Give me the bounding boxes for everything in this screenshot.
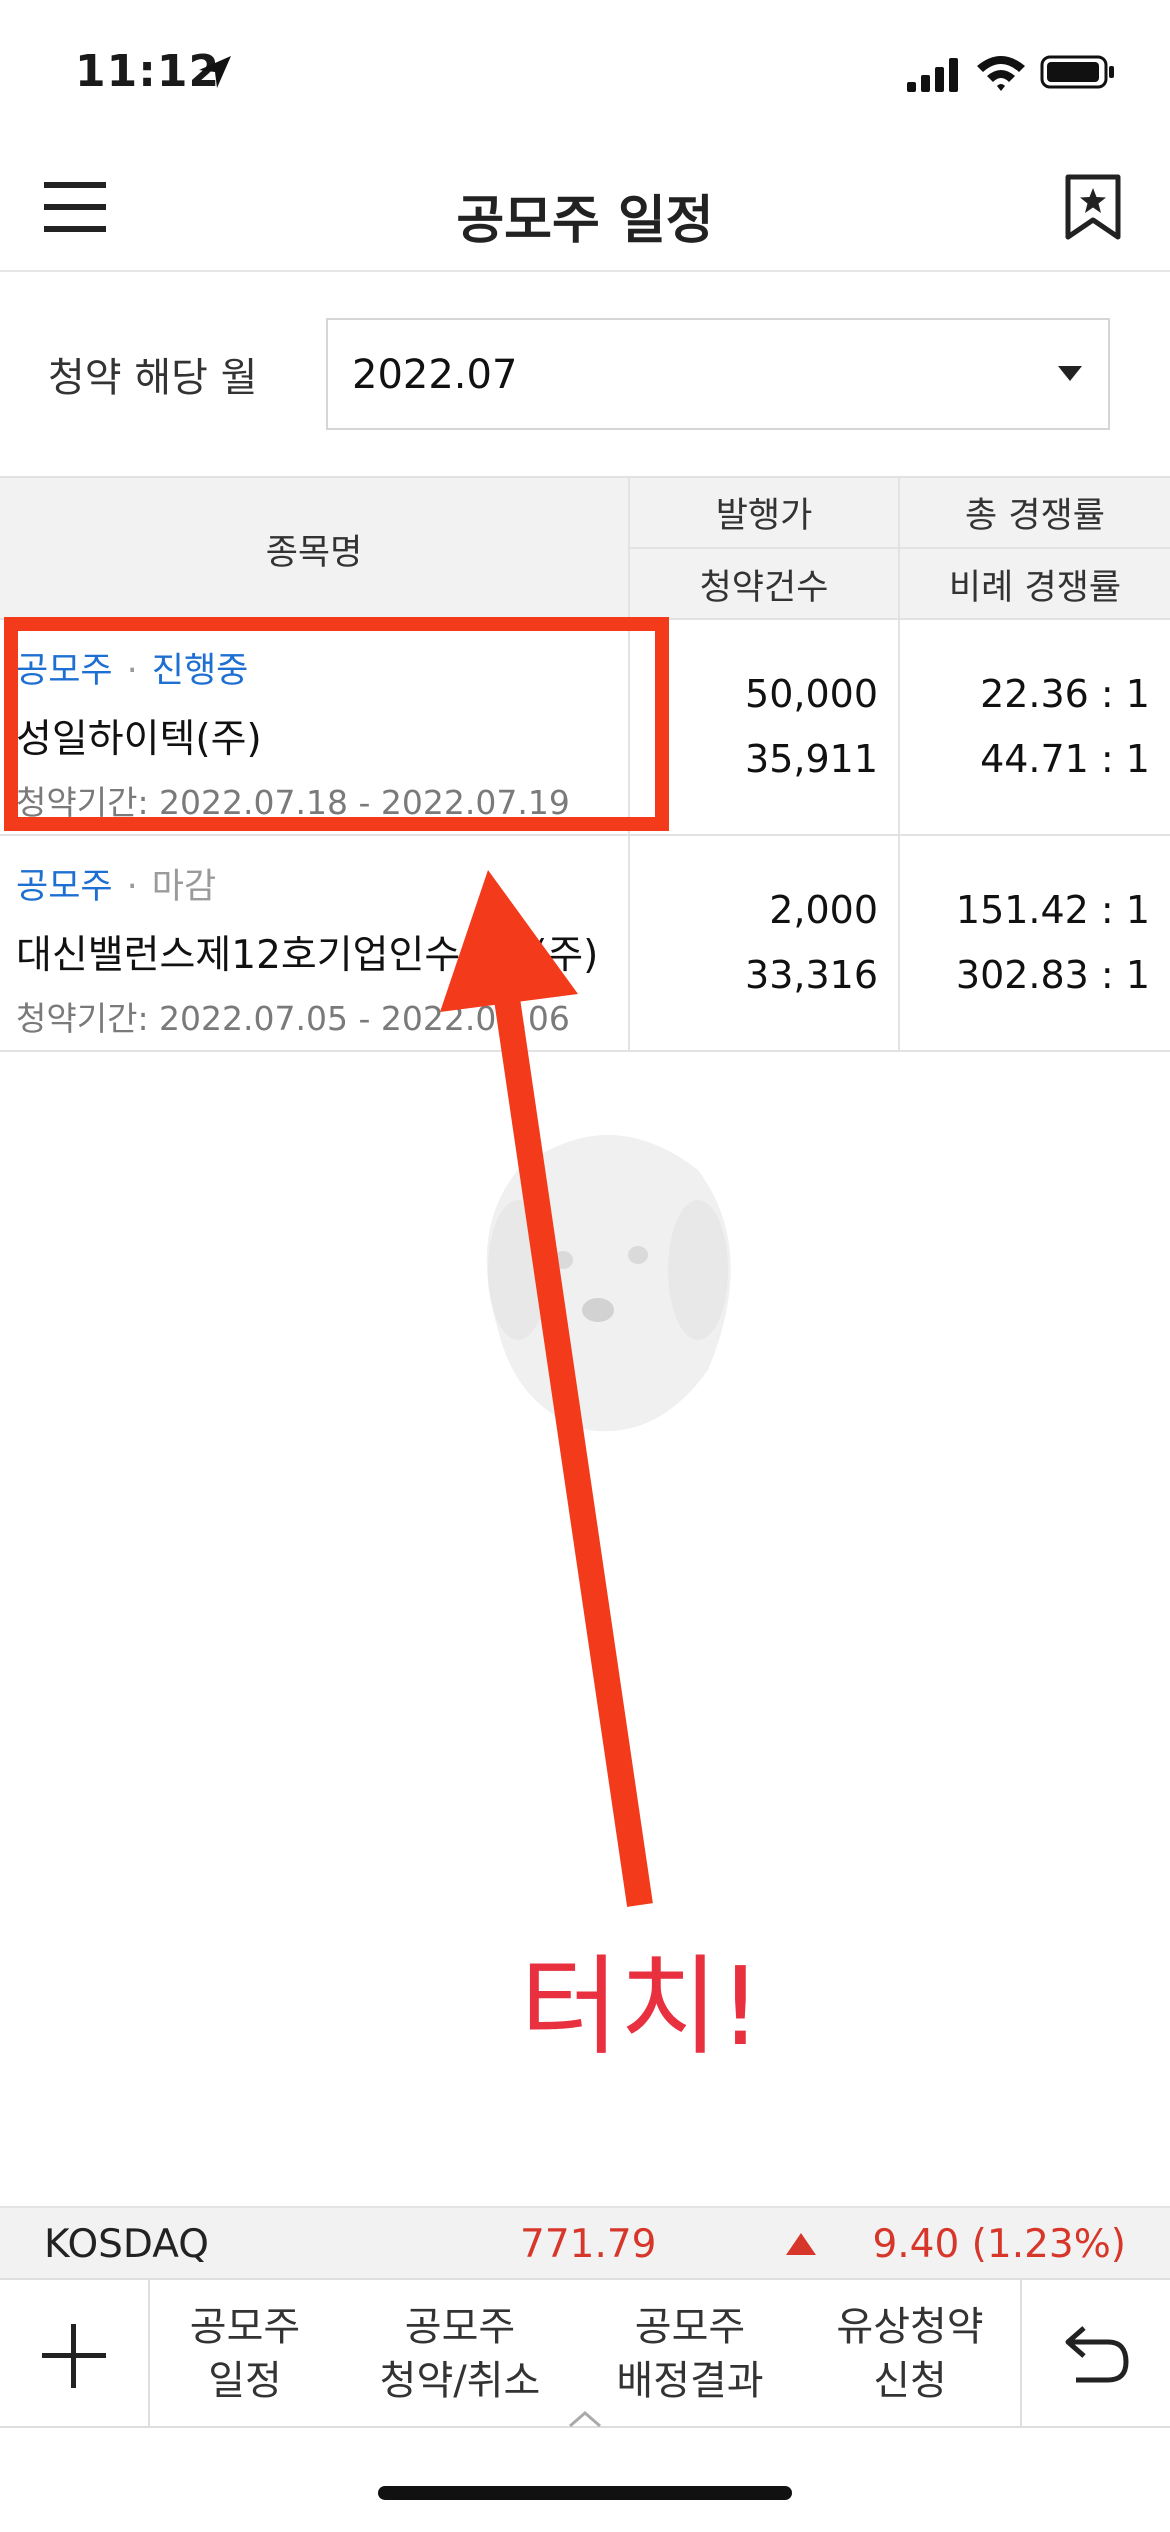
battery-icon xyxy=(1040,55,1114,89)
status-bar: 11:12 xyxy=(0,0,1170,140)
month-dropdown[interactable]: 2022.07 xyxy=(326,318,1110,430)
app-header: 공모주 일정 xyxy=(0,140,1170,272)
menu-rights-offering[interactable]: 유상청약신청 xyxy=(800,2280,1020,2428)
bottom-quick-menu: 공모주일정 공모주청약/취소 공모주배정결과 유상청약신청 xyxy=(0,2278,1170,2428)
column-header-price: 발행가 xyxy=(630,478,898,549)
row-price: 2,000 xyxy=(769,888,878,932)
menu-item-line1: 공모주 xyxy=(634,2304,746,2350)
month-filter-label: 청약 해당 월 xyxy=(48,355,258,401)
menu-item-line2: 신청 xyxy=(873,2358,947,2404)
plus-icon xyxy=(42,2324,106,2388)
dropdown-caret-icon xyxy=(1058,366,1082,381)
column-header-total-rate: 총 경쟁률 xyxy=(900,478,1170,549)
highlight-box xyxy=(4,617,669,831)
row-tag-separator: · xyxy=(126,867,138,907)
touch-annotation-label: 터치! xyxy=(520,1945,763,2070)
up-triangle-icon xyxy=(786,2233,816,2255)
menu-item-line2: 일정 xyxy=(208,2358,282,2404)
table-row[interactable]: 공모주 · 마감 대신밸런스제12호기업인수목적(주) 청약기간: 2022.07.… xyxy=(0,836,1170,1052)
row-applications: 33,316 xyxy=(745,953,878,997)
market-ticker[interactable]: KOSDAQ 771.79 9.40 (1.23%) xyxy=(0,2206,1170,2278)
menu-item-line2: 청약/취소 xyxy=(379,2358,541,2404)
wifi-icon xyxy=(977,56,1025,91)
column-header-applications: 청약건수 xyxy=(699,568,829,608)
menu-item-line2: 배정결과 xyxy=(616,2358,764,2404)
signal-icon xyxy=(907,58,958,92)
column-header-name: 종목명 xyxy=(0,478,630,620)
ticker-index-name: KOSDAQ xyxy=(44,2222,209,2267)
menu-ipo-schedule[interactable]: 공모주일정 xyxy=(150,2280,340,2428)
menu-item-line1: 공모주 xyxy=(189,2304,301,2350)
row-tags: 공모주 · 마감 xyxy=(16,858,216,909)
table-header: 종목명 발행가 청약건수 총 경쟁률 비례 경쟁률 xyxy=(0,476,1170,620)
menu-item-line1: 공모주 xyxy=(404,2304,516,2350)
row-rate-cell: 22.36 : 1 44.71 : 1 xyxy=(900,620,1170,834)
row-total-rate: 22.36 : 1 xyxy=(980,672,1150,716)
row-price-cell: 2,000 33,316 xyxy=(630,836,900,1050)
menu-item-line1: 유상청약 xyxy=(836,2304,984,2350)
row-period: 청약기간: 2022.07.05 - 2022.07.06 xyxy=(16,999,570,1038)
back-icon xyxy=(1065,2326,1129,2383)
row-stock-name: 대신밸런스제12호기업인수목적(주) xyxy=(16,933,599,978)
row-proportional-rate: 302.83 : 1 xyxy=(955,953,1150,997)
page-title: 공모주 일정 xyxy=(456,191,714,251)
ticker-price: 771.79 xyxy=(520,2222,657,2267)
menu-ipo-allocation-result[interactable]: 공모주배정결과 xyxy=(580,2280,800,2428)
back-button[interactable] xyxy=(1020,2280,1170,2428)
row-applications: 35,911 xyxy=(745,737,878,781)
menu-ipo-subscribe-cancel[interactable]: 공모주청약/취소 xyxy=(340,2280,580,2428)
expand-chevron-icon[interactable] xyxy=(568,2410,602,2428)
ticker-change: 9.40 (1.23%) xyxy=(872,2222,1126,2267)
row-status-tag: 마감 xyxy=(151,867,217,907)
row-total-rate: 151.42 : 1 xyxy=(955,888,1150,932)
column-header-price-group: 발행가 청약건수 xyxy=(630,478,900,620)
column-header-proportional-rate: 비례 경쟁률 xyxy=(948,568,1122,608)
row-name-cell[interactable]: 공모주 · 마감 대신밸런스제12호기업인수목적(주) 청약기간: 2022.07.… xyxy=(0,836,630,1050)
location-arrow-icon xyxy=(199,56,231,88)
column-header-rate-group: 총 경쟁률 비례 경쟁률 xyxy=(900,478,1170,620)
row-price-cell: 50,000 35,911 xyxy=(630,620,900,834)
month-dropdown-value: 2022.07 xyxy=(352,352,518,398)
row-rate-cell: 151.42 : 1 302.83 : 1 xyxy=(900,836,1170,1050)
bookmark-star-icon[interactable] xyxy=(1064,174,1122,240)
home-indicator xyxy=(378,2486,792,2500)
row-proportional-rate: 44.71 : 1 xyxy=(980,737,1150,781)
dog-watermark-image xyxy=(486,1135,731,1432)
row-price: 50,000 xyxy=(745,672,878,716)
add-menu-button[interactable] xyxy=(0,2280,150,2428)
row-type-tag: 공모주 xyxy=(16,867,113,907)
